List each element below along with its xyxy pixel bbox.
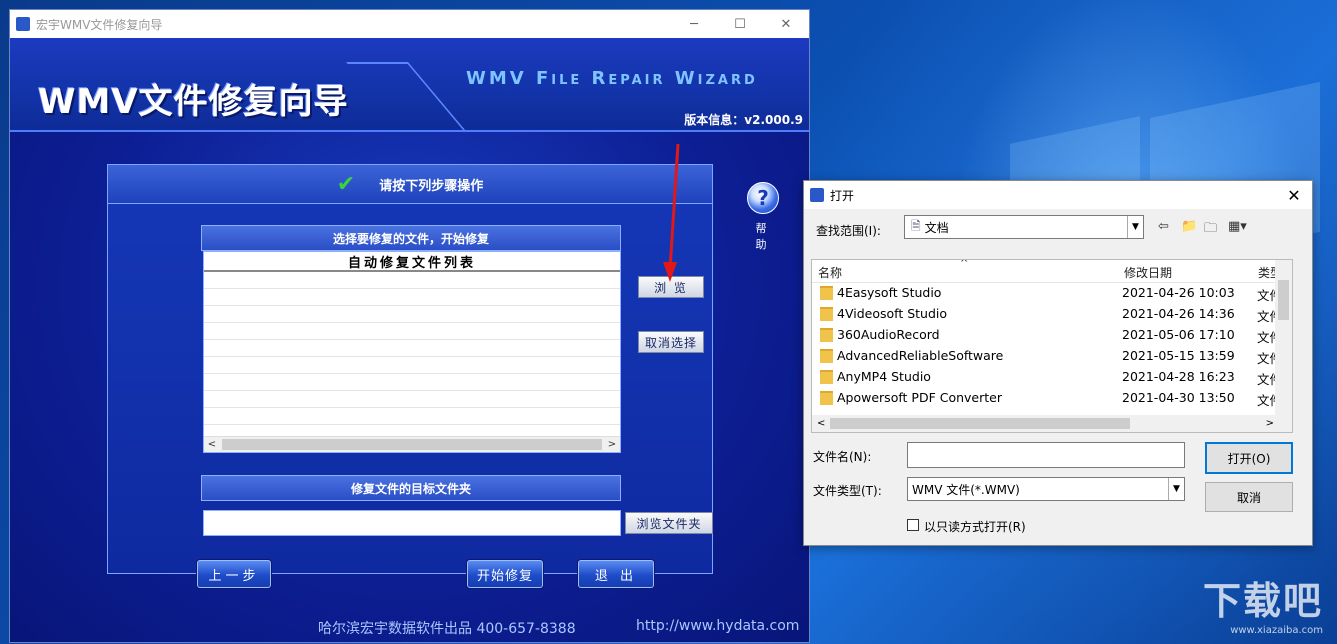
list-item[interactable]	[204, 374, 620, 391]
readonly-label: 以只读方式打开(R)	[924, 520, 1026, 534]
filename-input[interactable]	[907, 442, 1185, 468]
help-button[interactable]: ? 帮 助	[746, 182, 780, 252]
target-folder-header: 修复文件的目标文件夹	[201, 475, 621, 501]
lookin-combo[interactable]: 🗎 文档 ▼	[904, 215, 1144, 239]
filename-label: 文件名(N):	[813, 450, 872, 464]
folder-icon	[820, 349, 833, 363]
column-name[interactable]: 名称	[818, 264, 842, 281]
banner-decor	[346, 62, 469, 134]
scrollbar-thumb[interactable]	[830, 418, 1130, 429]
filetype-label: 文件类型(T):	[813, 484, 882, 498]
wmv-repair-window: 宏宇WMV文件修复向导 ─ ☐ ✕ WMV文件修复向导 WMV File Rep…	[10, 10, 809, 642]
dialog-titlebar: 打开 ✕	[804, 181, 1312, 209]
list-item[interactable]	[204, 323, 620, 340]
list-item[interactable]	[204, 289, 620, 306]
target-folder-input[interactable]	[203, 510, 621, 536]
select-files-header: 选择要修复的文件，开始修复	[201, 225, 621, 251]
documents-folder-icon: 🗎	[911, 218, 921, 233]
steps-panel-title: 请按下列步骤操作	[379, 178, 484, 194]
prev-step-button[interactable]: 上一步	[197, 560, 271, 588]
scrollbar-thumb[interactable]	[1278, 280, 1289, 320]
banner-subtitle: WMV File Repair Wizard	[466, 68, 758, 89]
file-list-header: 自动修复文件列表	[204, 252, 620, 272]
app-icon	[16, 17, 30, 31]
steps-panel-header: ✔ 请按下列步骤操作	[108, 165, 712, 204]
exit-button[interactable]: 退 出	[578, 560, 654, 588]
close-icon[interactable]: ✕	[763, 10, 809, 38]
app-banner: WMV文件修复向导 WMV File Repair Wizard 版本信息：v2…	[10, 38, 809, 134]
help-label: 帮 助	[755, 222, 771, 251]
scroll-right-icon[interactable]: >	[604, 439, 620, 450]
folder-icon	[820, 328, 833, 342]
start-repair-button[interactable]: 开始修复	[467, 560, 543, 588]
list-item[interactable]	[204, 357, 620, 374]
file-row[interactable]: 4Videosoft Studio 2021-04-26 14:36 文件	[812, 303, 1282, 324]
list-item[interactable]	[204, 306, 620, 323]
sort-up-icon: ^	[960, 259, 969, 269]
folder-icon	[820, 286, 833, 300]
file-list-horizontal-scrollbar[interactable]: < >	[812, 415, 1292, 432]
scrollbar-thumb[interactable]	[222, 439, 602, 450]
scroll-left-icon[interactable]: <	[817, 418, 825, 429]
up-folder-icon[interactable]: 📁	[1181, 219, 1197, 234]
footer-url[interactable]: http://www.hydata.com	[636, 618, 799, 634]
filetype-select[interactable]: WMV 文件(*.WMV) ▼	[907, 477, 1185, 501]
readonly-checkbox[interactable]	[907, 519, 919, 531]
folder-icon	[820, 307, 833, 321]
folder-icon	[820, 391, 833, 405]
file-row[interactable]: AnyMP4 Studio 2021-04-28 16:23 文件	[812, 366, 1282, 387]
list-item[interactable]	[204, 408, 620, 425]
cancel-button[interactable]: 取消	[1205, 482, 1293, 512]
version-info: 版本信息：v2.000.9	[684, 113, 803, 127]
dialog-title: 打开	[830, 188, 855, 203]
open-file-dialog: 打开 ✕ 查找范围(I): 🗎 文档 ▼ ⇦ 📁 🗀 ▦▾ 名称 ^ 修改日期 …	[803, 180, 1313, 546]
cancel-selection-button[interactable]: 取消选择	[638, 331, 704, 353]
minimize-icon[interactable]: ─	[671, 10, 717, 38]
checkmark-icon: ✔	[336, 171, 356, 197]
steps-panel: ✔ 请按下列步骤操作 选择要修复的文件，开始修复 自动修复文件列表 < > 浏 …	[107, 164, 713, 574]
dialog-close-icon[interactable]: ✕	[1276, 186, 1312, 205]
maximize-icon[interactable]: ☐	[717, 10, 763, 38]
window-title: 宏宇WMV文件修复向导	[36, 17, 163, 32]
footer-company: 哈尔滨宏宇数据软件出品 400-657-8388	[318, 621, 576, 637]
chevron-down-icon[interactable]: ▼	[1127, 216, 1143, 238]
open-button[interactable]: 打开(O)	[1205, 442, 1293, 474]
list-item[interactable]	[204, 340, 620, 357]
chevron-down-icon[interactable]: ▼	[1168, 478, 1184, 500]
view-menu-icon[interactable]: ▦▾	[1228, 219, 1247, 234]
scroll-right-icon[interactable]: >	[1266, 418, 1274, 429]
browse-folder-button[interactable]: 浏览文件夹	[625, 512, 713, 534]
scroll-left-icon[interactable]: <	[204, 439, 220, 450]
dialog-app-icon	[810, 188, 824, 202]
banner-title: WMV文件修复向导	[38, 82, 349, 122]
list-item[interactable]	[204, 272, 620, 289]
browse-button[interactable]: 浏 览	[638, 276, 704, 298]
file-row[interactable]: Apowersoft PDF Converter 2021-04-30 13:5…	[812, 387, 1282, 408]
back-icon[interactable]: ⇦	[1158, 219, 1169, 234]
watermark: 下载吧 www.xiazaiba.com	[1202, 579, 1323, 636]
help-icon[interactable]: ?	[747, 182, 779, 214]
new-folder-icon[interactable]: 🗀	[1204, 219, 1217, 241]
repair-file-list[interactable]: 自动修复文件列表 < >	[203, 251, 621, 453]
file-list-header: 名称 ^ 修改日期 类型	[812, 260, 1292, 283]
file-row[interactable]: 4Easysoft Studio 2021-04-26 10:03 文件	[812, 282, 1282, 303]
filetype-value: WMV 文件(*.WMV)	[912, 482, 1020, 497]
list-item[interactable]	[204, 391, 620, 408]
window-titlebar: 宏宇WMV文件修复向导 ─ ☐ ✕	[10, 10, 809, 38]
folder-icon	[820, 370, 833, 384]
app-body: ✔ 请按下列步骤操作 选择要修复的文件，开始修复 自动修复文件列表 < > 浏 …	[10, 132, 809, 642]
file-list-vertical-scrollbar[interactable]	[1275, 260, 1292, 415]
lookin-label: 查找范围(I):	[816, 224, 881, 238]
file-row[interactable]: AdvancedReliableSoftware 2021-05-15 13:5…	[812, 345, 1282, 366]
file-list[interactable]: 名称 ^ 修改日期 类型 4Easysoft Studio 2021-04-26…	[811, 259, 1293, 433]
lookin-value: 文档	[924, 220, 949, 235]
file-row[interactable]: 360AudioRecord 2021-05-06 17:10 文件	[812, 324, 1282, 345]
list-horizontal-scrollbar[interactable]: < >	[204, 436, 620, 452]
column-date[interactable]: 修改日期	[1124, 264, 1172, 281]
